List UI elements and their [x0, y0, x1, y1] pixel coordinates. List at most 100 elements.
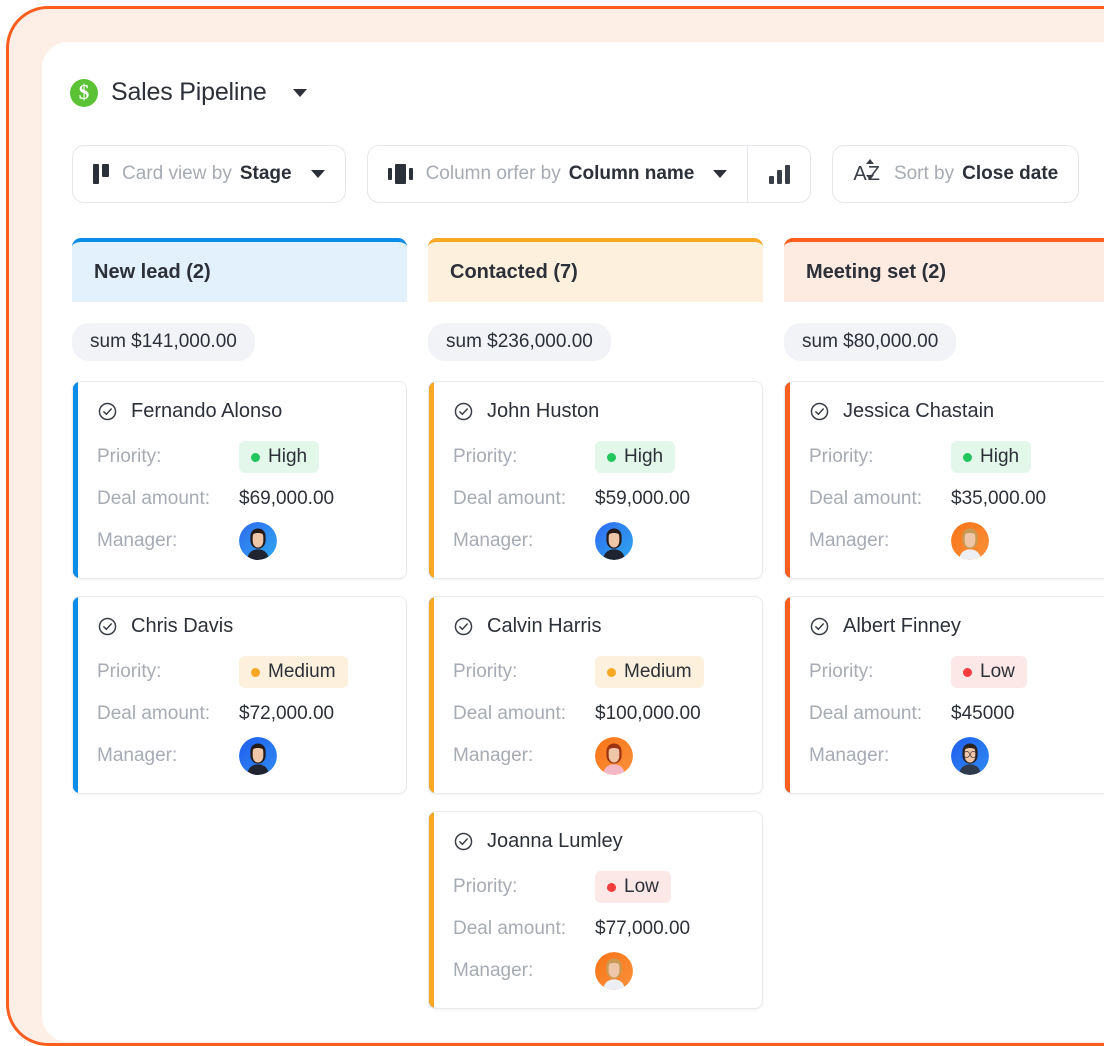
card-view-control[interactable]: Card view by Stage	[72, 145, 346, 203]
manager-label: Manager:	[97, 530, 239, 552]
deal-card[interactable]: Calvin Harris Priority: Medium Deal amount:…	[428, 596, 763, 794]
deal-amount-value: $72,000.00	[239, 703, 334, 725]
manager-row: Manager:	[809, 735, 1098, 777]
priority-value: Low	[980, 661, 1015, 683]
manager-row: Manager:	[453, 735, 742, 777]
deal-amount-label: Deal amount:	[97, 488, 239, 510]
page-title: Sales Pipeline	[111, 78, 267, 107]
manager-label: Manager:	[97, 745, 239, 767]
check-circle-icon[interactable]	[453, 831, 474, 852]
deal-amount-row: Deal amount:$72,000.00	[97, 693, 386, 735]
deal-amount-value: $77,000.00	[595, 918, 690, 940]
column-sum: sum $141,000.00	[72, 323, 255, 361]
check-circle-icon[interactable]	[453, 616, 474, 637]
sort-control[interactable]: AZ Sort by Close date	[832, 145, 1079, 203]
column-header[interactable]: Contacted (7)	[428, 238, 763, 302]
priority-label: Priority:	[809, 661, 951, 683]
card-title-row: Fernando Alonso	[97, 400, 386, 423]
deal-name: Chris Davis	[131, 615, 233, 638]
manager-label: Manager:	[453, 530, 595, 552]
avatar[interactable]	[239, 737, 277, 775]
card-title-row: Chris Davis	[97, 615, 386, 638]
priority-badge[interactable]: Medium	[239, 656, 348, 688]
priority-label: Priority:	[453, 446, 595, 468]
deal-amount-label: Deal amount:	[453, 703, 595, 725]
column-header[interactable]: New lead (2)	[72, 238, 407, 302]
deal-amount-label: Deal amount:	[97, 703, 239, 725]
deal-name: John Huston	[487, 400, 599, 423]
priority-dot-icon	[963, 453, 972, 462]
app-header: $ Sales Pipeline	[70, 78, 307, 107]
priority-value: High	[624, 446, 663, 468]
card-list: John HustonPriority:HighDeal amount:$59,…	[428, 381, 763, 1009]
avatar[interactable]	[951, 737, 989, 775]
card-title-row: Jessica Chastain	[809, 400, 1098, 423]
check-circle-icon[interactable]	[809, 616, 830, 637]
card-view-value: Stage	[240, 163, 292, 185]
column-order-label: Column orfer by	[426, 163, 561, 185]
deal-card[interactable]: Jessica ChastainPriority:HighDeal amount…	[784, 381, 1104, 579]
deal-name: Jessica Chastain	[843, 400, 994, 423]
deal-amount-value: $69,000.00	[239, 488, 334, 510]
avatar[interactable]	[595, 522, 633, 560]
priority-badge[interactable]: High	[595, 441, 675, 473]
column-order-control[interactable]: Column orfer by Column name	[367, 145, 812, 203]
priority-dot-icon	[251, 453, 260, 462]
deal-card[interactable]: Joanna LumleyPriority:LowDeal amount:$77…	[428, 811, 763, 1009]
chevron-down-icon[interactable]	[311, 170, 325, 178]
sort-dropdown[interactable]: AZ Sort by Close date	[833, 146, 1078, 202]
manager-row: Manager:	[97, 735, 386, 777]
deal-name: Albert Finney	[843, 615, 961, 638]
priority-row: Priority:Medium	[97, 651, 386, 693]
deal-amount-value: $45000	[951, 703, 1014, 725]
chart-button[interactable]	[748, 146, 810, 202]
column-title: New lead (2)	[94, 261, 211, 284]
priority-badge[interactable]: High	[239, 441, 319, 473]
priority-dot-icon	[251, 668, 260, 677]
priority-value: High	[980, 446, 1019, 468]
priority-value: Low	[624, 876, 659, 898]
manager-row: Manager:	[453, 520, 742, 562]
deal-card[interactable]: Fernando AlonsoPriority:HighDeal amount:…	[72, 381, 407, 579]
priority-label: Priority:	[97, 446, 239, 468]
kanban-board: New lead (2) sum $141,000.00 Fernando Alon…	[72, 238, 1104, 1009]
priority-badge[interactable]: Low	[595, 871, 671, 903]
check-circle-icon[interactable]	[97, 616, 118, 637]
priority-value: Medium	[624, 661, 692, 683]
priority-badge[interactable]: Medium	[595, 656, 704, 688]
chevron-down-icon[interactable]	[713, 170, 727, 178]
avatar[interactable]	[951, 522, 989, 560]
priority-badge[interactable]: High	[951, 441, 1031, 473]
deal-card[interactable]: John HustonPriority:HighDeal amount:$59,…	[428, 381, 763, 579]
card-accent-bar	[785, 597, 790, 793]
priority-badge[interactable]: Low	[951, 656, 1027, 688]
check-circle-icon[interactable]	[97, 401, 118, 422]
card-view-dropdown[interactable]: Card view by Stage	[73, 146, 345, 202]
column-header[interactable]: Meeting set (2)	[784, 238, 1104, 302]
deal-amount-row: Deal amount:$35,000.00	[809, 478, 1098, 520]
column-sum: sum $236,000.00	[428, 323, 611, 361]
priority-row: Priority:High	[809, 436, 1098, 478]
card-title-row: Calvin Harris	[453, 615, 742, 638]
deal-amount-row: Deal amount:$69,000.00	[97, 478, 386, 520]
deal-amount-label: Deal amount:	[809, 488, 951, 510]
priority-label: Priority:	[453, 661, 595, 683]
avatar[interactable]	[595, 952, 633, 990]
avatar[interactable]	[595, 737, 633, 775]
check-circle-icon[interactable]	[453, 401, 474, 422]
avatar[interactable]	[239, 522, 277, 560]
card-accent-bar	[429, 597, 434, 793]
check-circle-icon[interactable]	[809, 401, 830, 422]
priority-row: Priority:Low	[453, 866, 742, 908]
deal-amount-value: $100,000.00	[595, 703, 701, 725]
card-list: Fernando AlonsoPriority:HighDeal amount:…	[72, 381, 407, 794]
deal-card[interactable]: Chris DavisPriority:MediumDeal amount:$7…	[72, 596, 407, 794]
column-sum: sum $80,000.00	[784, 323, 956, 361]
chevron-down-icon[interactable]	[293, 89, 307, 97]
dollar-circle-icon: $	[70, 79, 98, 107]
kanban-column: Meeting set (2) sum $80,000.00 Jessica Cha…	[784, 238, 1104, 1009]
manager-row: Manager:	[809, 520, 1098, 562]
column-order-dropdown[interactable]: Column orfer by Column name	[368, 146, 748, 202]
manager-label: Manager:	[809, 745, 951, 767]
deal-card[interactable]: Albert FinneyPriority:LowDeal amount:$45…	[784, 596, 1104, 794]
